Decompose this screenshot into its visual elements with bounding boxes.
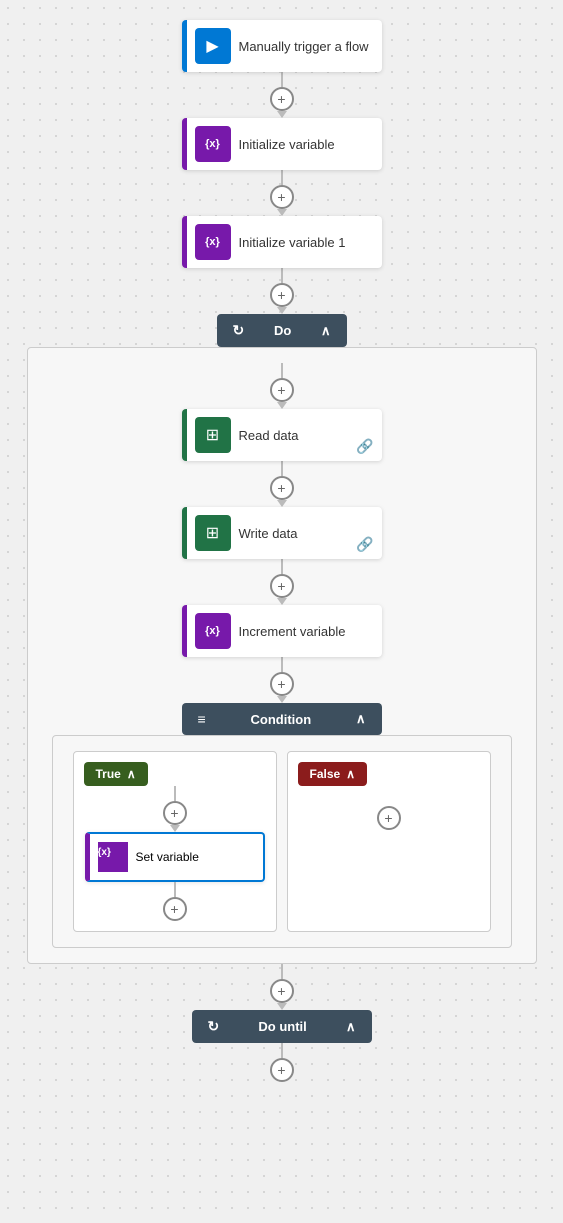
- trigger-label: Manually trigger a flow: [239, 39, 382, 54]
- connector-1: +: [270, 72, 294, 118]
- add-step-do-btn-3[interactable]: +: [270, 574, 294, 598]
- add-step-btn-4[interactable]: +: [270, 979, 294, 1003]
- init-variable-label: Initialize variable: [239, 137, 382, 152]
- false-chevron: ∧: [346, 767, 355, 781]
- condition-chevron: ∧: [356, 711, 366, 727]
- add-step-do-btn-4[interactable]: +: [270, 672, 294, 696]
- condition-content: True ∧ + {x}: [52, 735, 512, 948]
- connector-true-1: +: [163, 786, 187, 832]
- variable-icon-3: {x}: [195, 613, 231, 649]
- do-icon: ↻: [233, 322, 245, 339]
- add-step-do-btn-1[interactable]: +: [270, 378, 294, 402]
- connector-do-1: +: [270, 363, 294, 409]
- do-until-icon: ↻: [208, 1018, 220, 1035]
- add-step-true-btn[interactable]: +: [163, 801, 187, 825]
- add-step-btn-3[interactable]: +: [270, 283, 294, 307]
- excel-icon-1: ⊞: [195, 417, 231, 453]
- add-step-do-btn-2[interactable]: +: [270, 476, 294, 500]
- condition-label: Condition: [251, 712, 312, 727]
- false-branch-header[interactable]: False ∧: [298, 762, 367, 786]
- connector-do-3: +: [270, 559, 294, 605]
- connector-do-2: +: [270, 461, 294, 507]
- connector-2: +: [270, 170, 294, 216]
- increment-variable-node[interactable]: {x} Increment variable: [182, 605, 382, 657]
- true-branch: True ∧ + {x}: [73, 751, 277, 932]
- read-data-node[interactable]: ⊞ Read data 🔗: [182, 409, 382, 461]
- do-label: Do: [274, 323, 291, 338]
- write-data-link-icon: 🔗: [356, 536, 373, 553]
- do-block: ↻ Do ∧ + ⊞ Read data 🔗 +: [22, 314, 542, 964]
- condition-block: ≡ Condition ∧ True ∧ +: [52, 703, 512, 948]
- do-until-chevron: ∧: [346, 1019, 356, 1035]
- false-label: False: [310, 767, 341, 781]
- init-variable-node[interactable]: {x} Initialize variable: [182, 118, 382, 170]
- trigger-node[interactable]: ▶ Manually trigger a flow: [182, 20, 382, 72]
- variable-icon-2: {x}: [195, 224, 231, 260]
- increment-variable-label: Increment variable: [239, 624, 382, 639]
- set-variable-node[interactable]: {x} Set variable: [85, 832, 265, 882]
- do-until-label: Do until: [258, 1019, 306, 1034]
- add-step-btn-2[interactable]: +: [270, 185, 294, 209]
- connector-false-1: +: [377, 806, 401, 830]
- true-chevron: ∧: [127, 767, 136, 781]
- connector-5: +: [270, 1043, 294, 1082]
- add-step-true-btn-2[interactable]: +: [163, 897, 187, 921]
- flow-canvas: ▶ Manually trigger a flow + {x} Initiali…: [0, 0, 563, 1112]
- add-step-btn-5[interactable]: +: [270, 1058, 294, 1082]
- do-chevron: ∧: [321, 323, 331, 339]
- do-until-header[interactable]: ↻ Do until ∧: [192, 1010, 372, 1043]
- trigger-icon: ▶: [195, 28, 231, 64]
- false-branch: False ∧ +: [287, 751, 491, 932]
- true-branch-header[interactable]: True ∧: [84, 762, 148, 786]
- add-step-btn-1[interactable]: +: [270, 87, 294, 111]
- set-variable-label: Set variable: [136, 850, 199, 864]
- connector-3: +: [270, 268, 294, 314]
- do-header[interactable]: ↻ Do ∧: [217, 314, 347, 347]
- init-variable-1-label: Initialize variable 1: [239, 235, 382, 250]
- excel-icon-2: ⊞: [195, 515, 231, 551]
- true-label: True: [96, 767, 121, 781]
- read-data-link-icon: 🔗: [356, 438, 373, 455]
- condition-header[interactable]: ≡ Condition ∧: [182, 703, 382, 735]
- variable-icon-1: {x}: [195, 126, 231, 162]
- connector-4: +: [270, 964, 294, 1010]
- do-content: + ⊞ Read data 🔗 + ⊞: [27, 347, 537, 964]
- init-variable-1-node[interactable]: {x} Initialize variable 1: [182, 216, 382, 268]
- connector-true-2: +: [163, 882, 187, 921]
- set-variable-icon: {x}: [98, 842, 128, 872]
- condition-icon: ≡: [198, 711, 206, 727]
- add-step-false-btn[interactable]: +: [377, 806, 401, 830]
- connector-do-4: +: [270, 657, 294, 703]
- write-data-node[interactable]: ⊞ Write data 🔗: [182, 507, 382, 559]
